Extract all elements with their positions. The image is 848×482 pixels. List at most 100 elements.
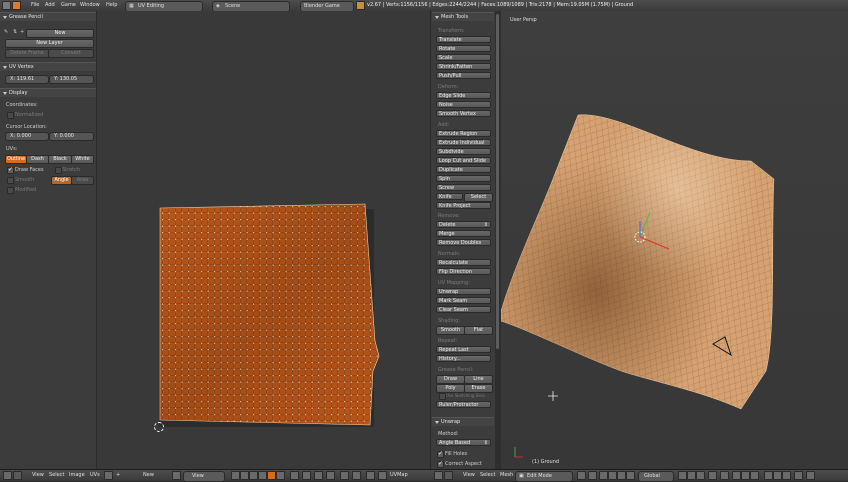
extrude-individual-button[interactable]: Extrude Individual xyxy=(436,139,491,146)
uv-x-field[interactable]: X: 119.61 xyxy=(5,75,49,84)
new-grease-pencil-button[interactable]: New xyxy=(26,29,94,38)
method-dropdown[interactable]: Angle Based ⇕ xyxy=(436,439,491,446)
cursor-x-field[interactable]: X: 0.000 xyxy=(5,132,49,141)
gp-line-button[interactable]: Line xyxy=(464,375,493,384)
camera-icon[interactable] xyxy=(773,471,782,480)
menu-help[interactable]: Help xyxy=(106,2,117,8)
mark-seam-button[interactable]: Mark Seam xyxy=(436,297,491,304)
shrink-fatten-button[interactable]: Shrink/Fatten xyxy=(436,63,491,70)
scale-manipulator-icon[interactable] xyxy=(626,471,635,480)
uv-menu-uvs[interactable]: UVs xyxy=(90,472,100,478)
stretch-area-button[interactable]: Area xyxy=(71,176,94,185)
edge-mode-icon[interactable] xyxy=(687,471,696,480)
uv-map-icon[interactable] xyxy=(378,471,387,480)
cursor-2d-icon[interactable] xyxy=(154,422,164,432)
smooth-checkbox[interactable] xyxy=(7,177,14,184)
convert-button[interactable]: Convert xyxy=(48,49,94,58)
menu-game[interactable]: Game xyxy=(61,2,76,8)
stretch-angle-button[interactable]: Angle xyxy=(51,176,72,185)
smooth-vertex-button[interactable]: Smooth Vertex xyxy=(436,110,491,117)
snap-element-icon[interactable] xyxy=(741,471,750,480)
screw-button[interactable]: Screw xyxy=(436,184,491,191)
viewport-3d[interactable]: User Persp (1) Ground xyxy=(501,11,848,469)
subdivide-button[interactable]: Subdivide xyxy=(436,148,491,155)
vertex-mode-icon[interactable] xyxy=(678,471,687,480)
remove-doubles-button[interactable]: Remove Doubles xyxy=(436,239,491,246)
sculpt-icon[interactable] xyxy=(352,471,361,480)
cursor-y-field[interactable]: Y: 0.000 xyxy=(49,132,94,141)
push-pull-button[interactable]: Push/Pull xyxy=(436,72,491,79)
uv-layer-icon[interactable] xyxy=(366,471,375,480)
knife-select-button[interactable]: Select xyxy=(464,193,493,202)
modified-checkbox[interactable] xyxy=(7,187,14,194)
repeat-last-button[interactable]: Repeat Last xyxy=(436,346,491,353)
shade-smooth-button[interactable]: Smooth xyxy=(436,326,465,335)
uv-menu-select[interactable]: Select xyxy=(49,472,64,478)
gp-erase-button[interactable]: Erase xyxy=(464,384,493,393)
overlay-icon[interactable] xyxy=(782,471,791,480)
grease-pencil-header[interactable]: Grease Pencil xyxy=(0,12,96,21)
unwrap-header[interactable]: Unwrap xyxy=(432,417,494,426)
knife-project-button[interactable]: Knife Project xyxy=(436,202,491,209)
menu-file[interactable]: File xyxy=(31,2,39,8)
rotate-manipulator-icon[interactable] xyxy=(617,471,626,480)
draw-faces-checkbox[interactable]: ✓ xyxy=(7,166,14,174)
lock-icon[interactable] xyxy=(340,471,349,480)
uvmap-selector[interactable]: UVMap xyxy=(390,472,408,478)
uv-vertex-header[interactable]: UV Vertex xyxy=(0,62,96,71)
display-header[interactable]: Display xyxy=(0,88,96,97)
recalculate-button[interactable]: Recalculate xyxy=(436,259,491,266)
image-browse-icon[interactable] xyxy=(104,471,113,480)
sync-icon[interactable] xyxy=(240,471,249,480)
edge-select-icon[interactable] xyxy=(258,471,267,480)
occlude-geometry-icon[interactable] xyxy=(708,471,717,480)
viewport-menu-mesh[interactable]: Mesh xyxy=(500,472,513,478)
uv-style-white[interactable]: White xyxy=(71,155,94,164)
duplicate-button[interactable]: Duplicate xyxy=(436,166,491,173)
fill-holes-checkbox[interactable]: ✓ xyxy=(437,450,444,458)
gpu-icon[interactable] xyxy=(794,471,803,480)
correct-aspect-checkbox[interactable]: ✓ xyxy=(437,460,444,468)
knife-button[interactable]: Knife xyxy=(436,193,463,200)
gp-poly-button[interactable]: Poly xyxy=(436,384,465,393)
unwrap-button[interactable]: Unwrap xyxy=(436,288,491,295)
uv-style-outline[interactable]: Outline xyxy=(5,155,27,164)
layers-icon[interactable] xyxy=(806,471,815,480)
new-layer-button[interactable]: New Layer xyxy=(5,39,94,48)
face-mode-icon[interactable] xyxy=(696,471,705,480)
viewport-menu-view[interactable]: View xyxy=(463,472,475,478)
orientation-selector[interactable]: Global xyxy=(638,471,674,482)
delete-dropdown[interactable]: Delete ⇕ xyxy=(436,221,491,228)
uv-editor-canvas[interactable] xyxy=(97,11,430,469)
use-sketching-checkbox[interactable] xyxy=(439,393,446,400)
menu-window[interactable]: Window xyxy=(80,2,100,8)
uv-menu-view[interactable]: View xyxy=(32,472,44,478)
manipulator-icon[interactable] xyxy=(599,471,608,480)
pivot-point-icon[interactable] xyxy=(588,471,597,480)
merge-button[interactable]: Merge xyxy=(436,230,491,237)
snap-target-icon[interactable] xyxy=(750,471,759,480)
viewport-menu-select[interactable]: Select xyxy=(480,472,495,478)
uv-style-black[interactable]: Black xyxy=(48,155,72,164)
ruler-protractor-button[interactable]: Ruler/Protractor xyxy=(436,401,491,408)
mesh-tools-header[interactable]: Mesh Tools xyxy=(432,12,494,21)
snap-icon[interactable] xyxy=(314,471,323,480)
menu-toggle-icon[interactable] xyxy=(444,471,453,480)
vertex-select-icon[interactable] xyxy=(249,471,258,480)
editor-type-icon[interactable] xyxy=(3,471,12,480)
shade-flat-button[interactable]: Flat xyxy=(464,326,493,335)
editor-type-icon[interactable] xyxy=(2,1,11,10)
uv-style-dash[interactable]: Dash xyxy=(26,155,49,164)
gp-draw-button[interactable]: Draw xyxy=(436,375,465,384)
delete-frame-button[interactable]: Delete Frame xyxy=(5,49,49,58)
render-preview-icon[interactable] xyxy=(764,471,773,480)
uv-y-field[interactable]: Y: 130.05 xyxy=(49,75,94,84)
blender-logo-icon[interactable] xyxy=(12,1,21,10)
menu-toggle-icon[interactable] xyxy=(13,471,22,480)
flip-direction-button[interactable]: Flip Direction xyxy=(436,268,491,275)
noise-button[interactable]: Noise xyxy=(436,101,491,108)
snap-icon[interactable] xyxy=(732,471,741,480)
stretch-checkbox[interactable] xyxy=(55,167,62,174)
view-mode-dropdown[interactable]: View xyxy=(183,471,225,482)
uv-menu-image[interactable]: Image xyxy=(69,472,85,478)
